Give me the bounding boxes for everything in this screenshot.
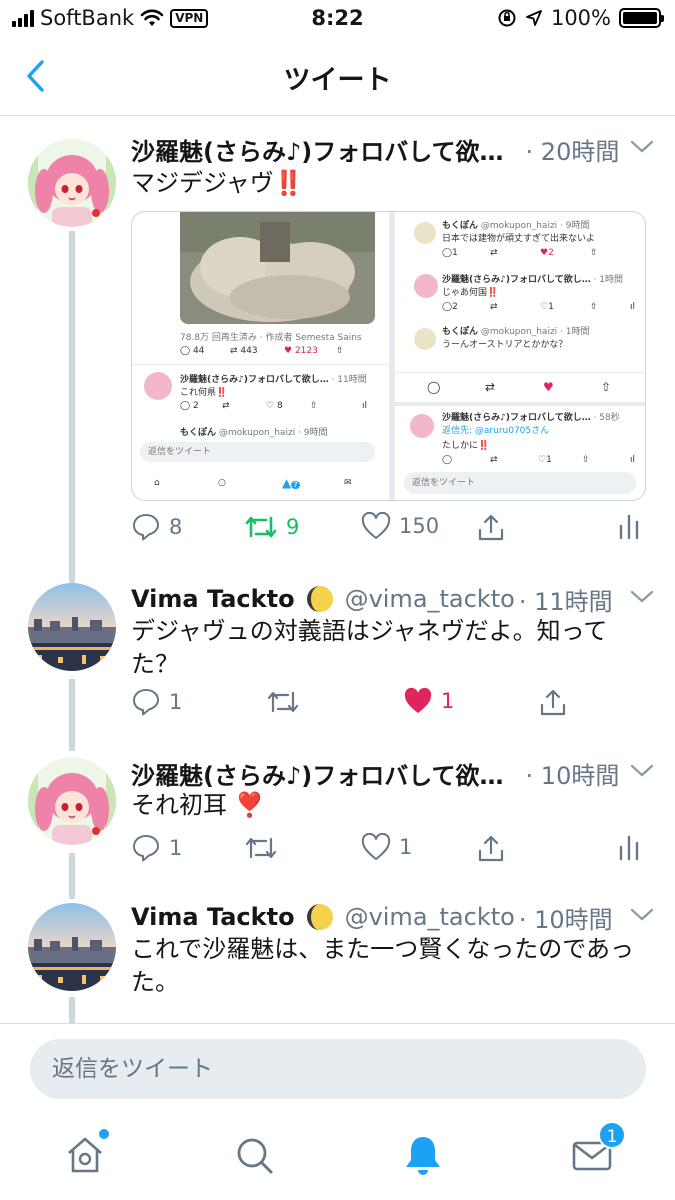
tweet-actions: 1 1 <box>131 833 651 873</box>
orientation-lock-icon <box>498 9 516 27</box>
nav-bar: ツイート <box>0 38 675 116</box>
tweet-text: それ初耳 ❣️ <box>131 791 265 819</box>
tab-home[interactable] <box>63 1129 109 1177</box>
reply-count: 1 <box>169 690 183 714</box>
reply-button[interactable]: 1 <box>131 833 182 863</box>
avatar[interactable] <box>28 139 116 227</box>
status-bar: SoftBank VPN 8:22 100% <box>0 0 675 38</box>
chevron-down-icon[interactable] <box>629 137 655 157</box>
display-name[interactable]: 沙羅魅(さらみ♪)フォロバして欲… <box>131 132 504 167</box>
tab-search[interactable] <box>232 1133 276 1177</box>
like-button[interactable]: 1 <box>403 687 454 715</box>
display-name[interactable]: Vima Tackto <box>131 903 295 931</box>
share-icon <box>478 835 504 862</box>
video-stats: 78.8万 回再生済み · 作成者 Semesta Sains <box>180 333 362 343</box>
tweet-actions: 8 9 150 <box>131 512 651 552</box>
tweet[interactable]: 沙羅魅(さらみ♪)フォロバして欲… · 10時間 それ初耳 ❣️ 1 1 <box>0 745 675 897</box>
tweet-time: · 10時間 <box>525 761 620 790</box>
tweet-timeline[interactable]: 沙羅魅(さらみ♪)フォロバして欲… · 20時間 マジデジャヴ‼️ 78.8万 … <box>0 117 675 1023</box>
share-icon <box>540 689 566 716</box>
heart-icon <box>361 833 391 860</box>
reply-icon <box>133 514 159 541</box>
tab-notifications[interactable] <box>401 1133 445 1177</box>
battery-icon <box>619 8 664 28</box>
avatar[interactable] <box>28 757 116 845</box>
location-icon <box>526 10 542 26</box>
like-button[interactable]: 150 <box>361 512 439 540</box>
unread-dot <box>99 1129 109 1139</box>
battery-percent: 100% <box>550 6 611 30</box>
analytics-button[interactable] <box>617 833 641 861</box>
avatar[interactable] <box>28 903 116 991</box>
like-count: 150 <box>399 514 440 538</box>
search-icon <box>237 1138 273 1174</box>
user-handle[interactable]: @vima_tackto <box>345 585 515 613</box>
tweet-actions: 1 1 <box>131 687 651 727</box>
tweet-text: デジャヴュの対義語はジャネヴだよ。知ってた？ <box>131 617 608 678</box>
tweet-time: · 20時間 <box>525 137 620 166</box>
reply-count: 8 <box>169 515 183 539</box>
analytics-button[interactable] <box>617 512 641 540</box>
attached-image[interactable]: 78.8万 回再生済み · 作成者 Semesta Sains ◯ 44 ⇄ 4… <box>131 211 646 501</box>
like-count: 1 <box>441 689 455 713</box>
heart-icon <box>361 512 391 539</box>
moon-emoji-icon <box>306 904 333 930</box>
home-icon <box>68 1137 102 1173</box>
retweet-button[interactable]: 9 <box>244 512 299 542</box>
share-button[interactable] <box>476 833 506 863</box>
reply-icon <box>133 689 159 716</box>
tweet[interactable]: Vima Tackto @vima_tackto · 11時間 デジャヴュの対義… <box>0 577 675 745</box>
analytics-icon <box>619 514 639 540</box>
retweet-icon <box>267 691 299 713</box>
share-button[interactable] <box>538 687 568 717</box>
page-title: ツイート <box>283 65 392 96</box>
share-icon <box>478 514 504 541</box>
display-name[interactable]: 沙羅魅(さらみ♪)フォロバして欲… <box>131 756 504 791</box>
user-handle[interactable]: @vima_tackto <box>345 903 515 931</box>
share-button[interactable] <box>476 512 506 542</box>
tweet[interactable]: 沙羅魅(さらみ♪)フォロバして欲… · 20時間 マジデジャヴ‼️ 78.8万 … <box>0 117 675 577</box>
chevron-down-icon[interactable] <box>629 761 655 781</box>
analytics-icon <box>619 835 639 861</box>
retweet-count: 9 <box>286 515 300 539</box>
tweet-header: Vima Tackto @vima_tackto · 10時間 <box>131 899 655 935</box>
like-button[interactable]: 1 <box>361 833 412 861</box>
tweet-text: マジデジャヴ‼️ <box>131 169 304 197</box>
messages-badge: 1 <box>598 1121 626 1149</box>
reply-input[interactable]: 返信をツイート <box>30 1039 646 1099</box>
like-count: 1 <box>399 835 413 859</box>
reply-count: 1 <box>169 836 183 860</box>
tweet-header: 沙羅魅(さらみ♪)フォロバして欲… · 10時間 <box>131 755 655 791</box>
avatar[interactable] <box>28 583 116 671</box>
tweet-text: これで沙羅魅は、また一つ賢くなったのであった。 <box>131 935 635 996</box>
video-thumbnail <box>180 212 375 324</box>
retweet-icon <box>245 516 277 538</box>
tweet-time: · 10時間 <box>518 905 613 934</box>
tweet-header: 沙羅魅(さらみ♪)フォロバして欲… · 20時間 <box>131 131 655 167</box>
bell-icon <box>406 1137 440 1175</box>
tweet[interactable]: Vima Tackto @vima_tackto · 10時間 これで沙羅魅は、… <box>0 897 675 1023</box>
retweet-icon <box>245 837 277 859</box>
reply-button[interactable]: 1 <box>131 687 182 717</box>
reply-bar: 返信をツイート <box>0 1023 675 1117</box>
moon-emoji-icon <box>306 586 333 612</box>
status-bar-right: 100% <box>497 6 664 30</box>
chevron-down-icon[interactable] <box>629 905 655 925</box>
tweet-header: Vima Tackto @vima_tackto · 11時間 <box>131 581 655 617</box>
reply-icon <box>133 835 159 862</box>
tweet-time: · 11時間 <box>518 587 613 616</box>
heart-filled-icon <box>404 687 432 713</box>
tab-messages[interactable]: 1 <box>570 1121 626 1177</box>
retweet-button[interactable] <box>266 687 300 717</box>
tab-bar: 1 <box>0 1117 675 1200</box>
embed-avatar <box>144 372 172 400</box>
display-name[interactable]: Vima Tackto <box>131 585 295 613</box>
chevron-down-icon[interactable] <box>629 587 655 607</box>
retweet-button[interactable] <box>244 833 278 863</box>
reply-button[interactable]: 8 <box>131 512 182 542</box>
